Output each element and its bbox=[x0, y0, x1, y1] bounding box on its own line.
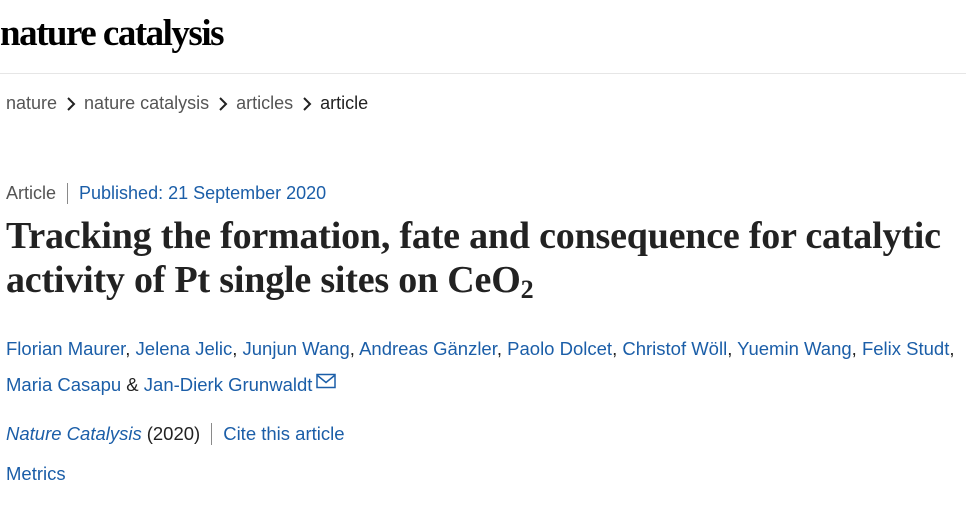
article-title: Tracking the formation, fate and consequ… bbox=[6, 214, 956, 304]
author-link[interactable]: Florian Maurer bbox=[6, 338, 125, 359]
breadcrumb-item-nature[interactable]: nature bbox=[6, 93, 57, 114]
author-link[interactable]: Andreas Gänzler bbox=[359, 338, 497, 359]
chevron-right-icon bbox=[302, 96, 312, 111]
author-separator: , bbox=[232, 338, 243, 359]
metrics-link[interactable]: Metrics bbox=[6, 463, 66, 485]
author-separator: , bbox=[125, 338, 136, 359]
article-type: Article bbox=[6, 183, 69, 204]
author-separator: , bbox=[612, 338, 623, 359]
published-date: Published: 21 September 2020 bbox=[79, 183, 327, 203]
author-separator: , bbox=[349, 338, 360, 359]
author-separator: , bbox=[949, 338, 955, 359]
author-link[interactable]: Maria Casapu bbox=[6, 374, 121, 395]
article-title-subscript: 2 bbox=[520, 275, 534, 304]
author-link[interactable]: Jelena Jelic bbox=[136, 338, 233, 359]
author-link[interactable]: Junjun Wang bbox=[243, 338, 350, 359]
author-list: Florian Maurer, Jelena Jelic, Junjun Wan… bbox=[6, 332, 961, 402]
author-separator: , bbox=[496, 338, 508, 359]
author-separator: , bbox=[727, 338, 738, 359]
author-link[interactable]: Yuemin Wang bbox=[737, 338, 852, 359]
publication-year: (2020) bbox=[147, 423, 213, 445]
journal-name: Nature Catalysis bbox=[6, 423, 142, 444]
breadcrumb-item-nature-catalysis[interactable]: nature catalysis bbox=[84, 93, 209, 114]
journal-logo[interactable]: nature catalysis bbox=[0, 12, 225, 55]
author-final-separator: & bbox=[121, 374, 144, 395]
author-separator: , bbox=[851, 338, 862, 359]
citation-line: Nature Catalysis (2020) Cite this articl… bbox=[6, 423, 345, 445]
breadcrumb-item-articles[interactable]: articles bbox=[236, 93, 293, 114]
site-header: nature catalysis bbox=[0, 0, 966, 74]
article-meta: Article Published: 21 September 2020 bbox=[6, 183, 326, 204]
author-link[interactable]: Christof Wöll bbox=[622, 338, 727, 359]
corresponding-author-link[interactable]: Jan-Dierk Grunwaldt bbox=[144, 374, 313, 395]
breadcrumb-current: article bbox=[320, 93, 369, 113]
article-title-text: Tracking the formation, fate and consequ… bbox=[6, 215, 941, 301]
author-link[interactable]: Paolo Dolcet bbox=[507, 338, 612, 359]
chevron-right-icon bbox=[218, 96, 228, 111]
breadcrumb: nature nature catalysis articles article bbox=[6, 93, 368, 114]
cite-article-link[interactable]: Cite this article bbox=[212, 423, 344, 445]
chevron-right-icon bbox=[66, 96, 76, 111]
author-link[interactable]: Felix Studt bbox=[862, 338, 949, 359]
envelope-icon[interactable] bbox=[316, 366, 337, 389]
